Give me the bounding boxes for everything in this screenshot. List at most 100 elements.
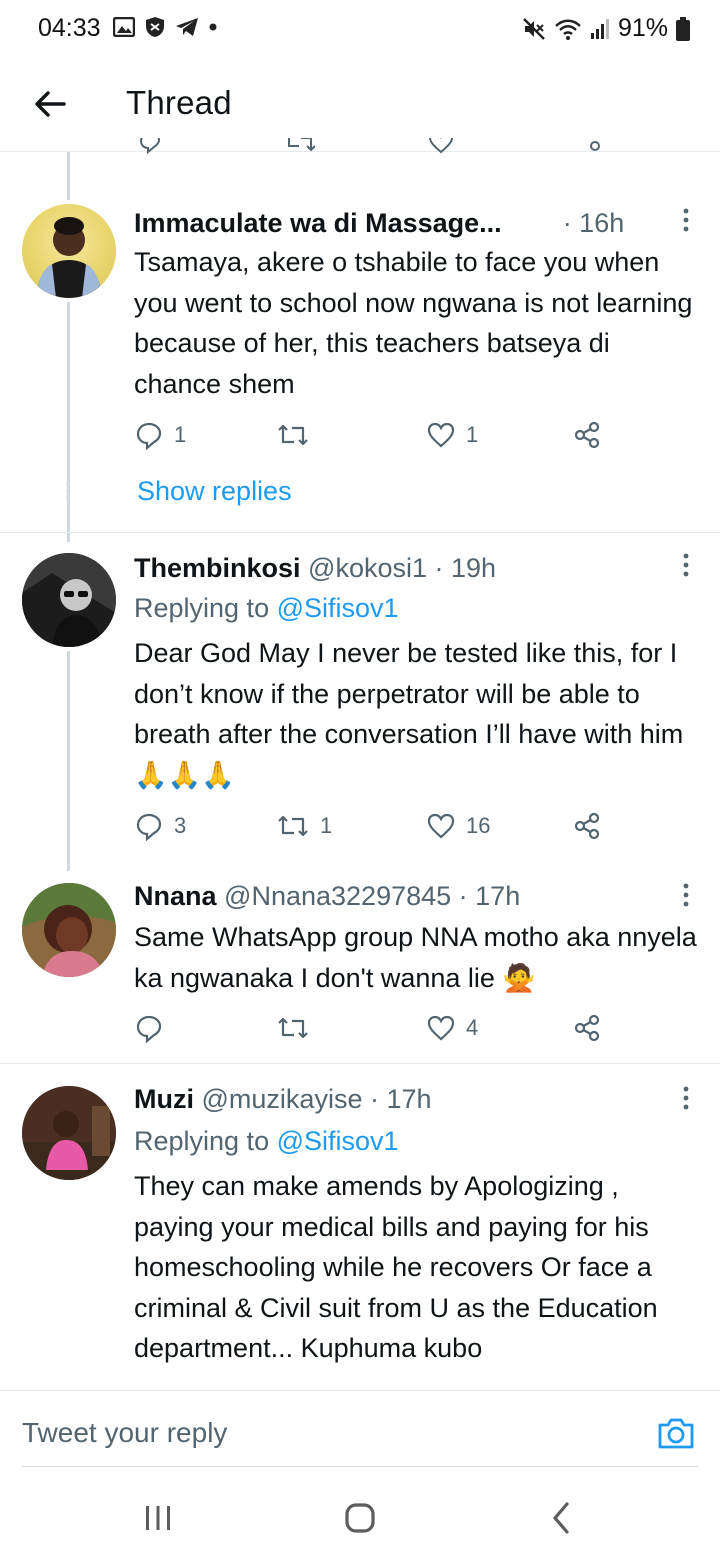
display-name[interactable]: Thembinkosi <box>134 553 301 583</box>
tweet-text-block: Same WhatsApp group NNA motho aka nnyela… <box>134 917 704 998</box>
more-options-icon[interactable] <box>682 208 690 232</box>
share-icon <box>574 421 600 449</box>
avatar[interactable] <box>22 204 116 298</box>
avatar[interactable] <box>22 553 116 647</box>
user-handle[interactable]: @kokosi1 <box>308 553 427 583</box>
reply-icon <box>136 1015 162 1043</box>
display-name[interactable]: Nnana <box>134 881 217 911</box>
share-icon[interactable] <box>583 138 607 154</box>
dot-icon <box>209 23 217 31</box>
reply-button[interactable]: 3 <box>134 811 186 841</box>
replying-to-mention[interactable]: @Sifisov1 <box>277 593 399 623</box>
avatar[interactable] <box>22 1086 116 1180</box>
tweet-time: · 16h <box>562 208 625 238</box>
replying-to: Replying to @Sifisov1 <box>134 1126 399 1157</box>
avatar-photo <box>22 1086 116 1180</box>
retweet-icon <box>278 424 308 446</box>
tweet-text-block: Dear God May I never be tested like this… <box>134 633 704 795</box>
thread-continuation-dots <box>66 482 70 500</box>
battery-icon <box>676 16 690 41</box>
like-icon[interactable] <box>428 138 454 154</box>
thread-line <box>67 651 70 871</box>
back-nav-icon[interactable] <box>542 1498 582 1538</box>
shield-icon <box>146 17 164 37</box>
back-arrow-icon[interactable] <box>30 84 70 124</box>
user-handle[interactable]: @Nnana32297845 <box>224 881 451 911</box>
tweet-text: Tsamaya, akere o tshabile to face you wh… <box>134 247 693 399</box>
status-time: 04:33 <box>38 14 101 42</box>
wifi-icon <box>555 19 581 40</box>
tweet-time: · 19h <box>434 553 497 583</box>
tweet[interactable]: Immaculate wa di Massage... · 16h Tsamay… <box>0 196 720 542</box>
show-replies-link[interactable]: Show replies <box>137 476 292 507</box>
tweet-header: Nnana @Nnana32297845 · 17h <box>134 881 520 912</box>
retweet-icon <box>278 815 308 837</box>
retweet-icon[interactable] <box>285 138 315 154</box>
home-icon[interactable] <box>340 1498 380 1538</box>
thread-line <box>67 152 70 200</box>
recent-apps-icon[interactable] <box>138 1498 178 1538</box>
reply-button[interactable] <box>134 1013 174 1043</box>
share-button[interactable] <box>572 811 602 841</box>
reply-icon[interactable] <box>138 138 162 154</box>
avatar-photo <box>36 217 102 298</box>
battery-percent: 91% <box>617 14 668 42</box>
share-button[interactable] <box>572 420 602 450</box>
replying-to-prefix: Replying to <box>134 1126 277 1156</box>
more-options-icon[interactable] <box>682 883 690 907</box>
replying-to-mention[interactable]: @Sifisov1 <box>277 1126 399 1156</box>
like-count: 4 <box>466 1015 479 1040</box>
telegram-icon <box>176 18 198 36</box>
tweet[interactable]: Nnana @Nnana32297845 · 17h Same WhatsApp… <box>0 863 720 1063</box>
status-bar: 04:33 91% <box>0 0 720 60</box>
tweet-time: · 17h <box>458 881 521 911</box>
tweet-header: Muzi @muzikayise · 17h <box>134 1084 432 1115</box>
camera-icon[interactable] <box>656 1413 696 1453</box>
like-count: 16 <box>466 813 491 838</box>
share-icon <box>574 812 600 840</box>
tweet[interactable]: Muzi @muzikayise · 17h Replying to @Sifi… <box>0 1064 720 1390</box>
tweet[interactable]: Thembinkosi @kokosi1 · 19h Replying to @… <box>0 533 720 871</box>
like-button[interactable]: 4 <box>426 1013 478 1043</box>
reply-underline <box>22 1466 698 1467</box>
display-name[interactable]: Muzi <box>134 1084 194 1114</box>
previous-tweet-actions <box>0 138 720 162</box>
like-icon <box>427 422 455 448</box>
reply-button[interactable]: 1 <box>134 420 186 450</box>
share-icon <box>574 1014 600 1042</box>
tweet-emoji: 🙅 <box>502 962 537 993</box>
status-right: 91% <box>522 14 690 43</box>
avatar[interactable] <box>22 883 116 977</box>
user-handle[interactable]: @muzikayise <box>202 1084 363 1114</box>
tweet-emoji: 🙏🙏🙏 <box>134 759 235 790</box>
tweet-actions: 3 1 16 <box>134 811 614 845</box>
avatar-photo <box>22 883 116 977</box>
retweet-count: 1 <box>320 813 333 838</box>
like-button[interactable]: 16 <box>426 811 490 841</box>
like-count: 1 <box>466 422 479 447</box>
share-button[interactable] <box>572 1013 602 1043</box>
reply-icon <box>136 813 162 841</box>
tweet-header: Thembinkosi @kokosi1 · 19h <box>134 553 496 584</box>
retweet-button[interactable] <box>276 420 320 450</box>
reply-bar: Tweet your reply <box>0 1390 720 1470</box>
tweet-reply-input[interactable]: Tweet your reply <box>22 1417 227 1449</box>
screen: 04:33 91% Thread Immaculate wa di Massag… <box>0 0 720 1560</box>
replying-to-prefix: Replying to <box>134 593 277 623</box>
mute-icon <box>523 17 545 40</box>
display-name[interactable]: Immaculate wa di Massage... <box>134 208 502 238</box>
tweet-actions: 4 <box>134 1013 614 1047</box>
gallery-icon <box>113 17 135 37</box>
like-button[interactable]: 1 <box>426 420 478 450</box>
more-options-icon[interactable] <box>682 1086 690 1110</box>
retweet-button[interactable]: 1 <box>276 811 332 841</box>
page-title: Thread <box>126 84 232 121</box>
like-icon <box>427 1015 455 1041</box>
more-options-icon[interactable] <box>682 553 690 577</box>
retweet-button[interactable] <box>276 1013 320 1043</box>
tweet-header: Immaculate wa di Massage... · 16h <box>134 208 624 239</box>
reply-icon <box>136 422 162 450</box>
like-icon <box>427 813 455 839</box>
retweet-icon <box>278 1017 308 1039</box>
signal-icon <box>590 18 609 39</box>
